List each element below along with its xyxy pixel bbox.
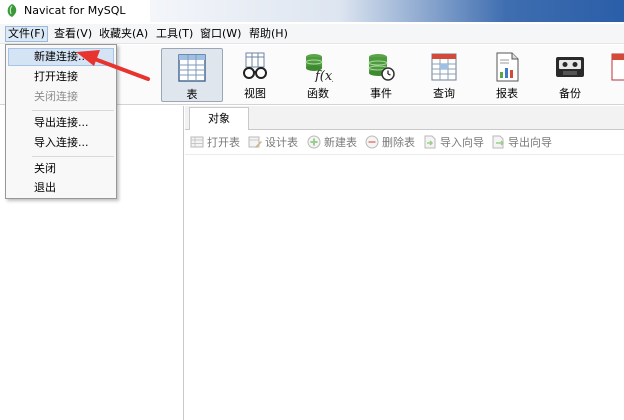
query-icon — [431, 53, 457, 81]
toolbar-backup-button[interactable]: 备份 — [539, 48, 601, 102]
toolbar-view-label: 视图 — [244, 87, 266, 100]
event-database-clock-icon — [368, 54, 395, 81]
table-icon — [178, 54, 206, 82]
object-toolbar: 打开表 设计表 新建表 删除表 导入向导 导出向导 — [185, 130, 624, 155]
design-table-label: 设计表 — [265, 136, 298, 149]
menu-exit[interactable]: 退出 — [8, 179, 114, 197]
function-icon: f(x) — [305, 54, 333, 82]
toolbar-function-button[interactable]: f(x) 函数 — [287, 48, 349, 102]
report-icon — [496, 52, 519, 82]
delete-table-button[interactable]: 删除表 — [365, 135, 415, 151]
design-table-button[interactable]: 设计表 — [248, 135, 298, 151]
menu-import-connection[interactable]: 导入连接... — [8, 134, 114, 152]
design-table-icon — [248, 136, 262, 148]
delete-table-label: 删除表 — [382, 136, 415, 149]
title-bar-background — [150, 0, 624, 22]
toolbar-query-button[interactable]: 查询 — [413, 48, 475, 102]
object-list-area[interactable] — [185, 156, 624, 420]
export-wizard-button[interactable]: 导出向导 — [491, 135, 552, 151]
backup-cassette-icon — [556, 57, 584, 77]
toolbar-report-button[interactable]: 报表 — [476, 48, 538, 102]
toolbar-report-label: 报表 — [496, 87, 518, 100]
menu-separator — [32, 156, 114, 157]
menu-tools[interactable]: 工具(T) — [154, 26, 195, 42]
import-wizard-button[interactable]: 导入向导 — [423, 135, 484, 151]
toolbar-table-button[interactable]: 表 — [161, 48, 223, 102]
menu-separator — [32, 110, 114, 111]
menu-open-connection[interactable]: 打开连接 — [8, 68, 114, 86]
menu-favorites[interactable]: 收藏夹(A) — [97, 26, 150, 42]
toolbar-schedule-button-partial[interactable] — [602, 48, 624, 102]
tab-strip: 对象 — [185, 106, 624, 130]
schedule-icon — [611, 53, 624, 81]
menu-file[interactable]: 文件(F) — [5, 26, 48, 42]
open-table-button[interactable]: 打开表 — [190, 135, 240, 151]
toolbar-function-label: 函数 — [307, 87, 329, 100]
export-wizard-icon — [492, 135, 505, 149]
menu-new-connection[interactable]: 新建连接... — [8, 48, 114, 66]
import-wizard-icon — [424, 135, 436, 149]
menu-bar: 文件(F) 查看(V) 收藏夹(A) 工具(T) 窗口(W) 帮助(H) — [0, 24, 624, 44]
toolbar-event-button[interactable]: 事件 — [350, 48, 412, 102]
menu-help[interactable]: 帮助(H) — [247, 26, 290, 42]
open-table-icon — [190, 136, 204, 148]
menu-view[interactable]: 查看(V) — [52, 26, 94, 42]
navicat-logo-icon — [7, 4, 17, 17]
menu-export-connection[interactable]: 导出连接... — [8, 114, 114, 132]
toolbar-table-label: 表 — [186, 88, 198, 101]
toolbar-event-label: 事件 — [370, 87, 392, 100]
svg-text:f(x): f(x) — [314, 69, 333, 82]
export-wizard-label: 导出向导 — [508, 136, 552, 149]
toolbar-query-label: 查询 — [433, 87, 455, 100]
title-bar: Navicat for MySQL — [0, 0, 624, 22]
file-menu-dropdown: 新建连接... 打开连接 关闭连接 导出连接... 导入连接... 关闭 退出 — [5, 44, 117, 199]
toolbar-backup-label: 备份 — [559, 87, 581, 100]
import-wizard-label: 导入向导 — [440, 136, 484, 149]
new-table-plus-icon — [307, 135, 321, 149]
delete-table-minus-icon — [365, 135, 379, 149]
new-table-button[interactable]: 新建表 — [307, 135, 357, 151]
view-glasses-icon — [243, 52, 267, 79]
open-table-label: 打开表 — [207, 136, 240, 149]
menu-close-connection: 关闭连接 — [34, 90, 78, 103]
toolbar-view-button[interactable]: 视图 — [224, 48, 286, 102]
menu-window[interactable]: 窗口(W) — [198, 26, 243, 42]
window-title: Navicat for MySQL — [24, 4, 126, 17]
tab-objects[interactable]: 对象 — [189, 107, 249, 130]
menu-close[interactable]: 关闭 — [8, 160, 114, 178]
new-table-label: 新建表 — [324, 136, 357, 149]
